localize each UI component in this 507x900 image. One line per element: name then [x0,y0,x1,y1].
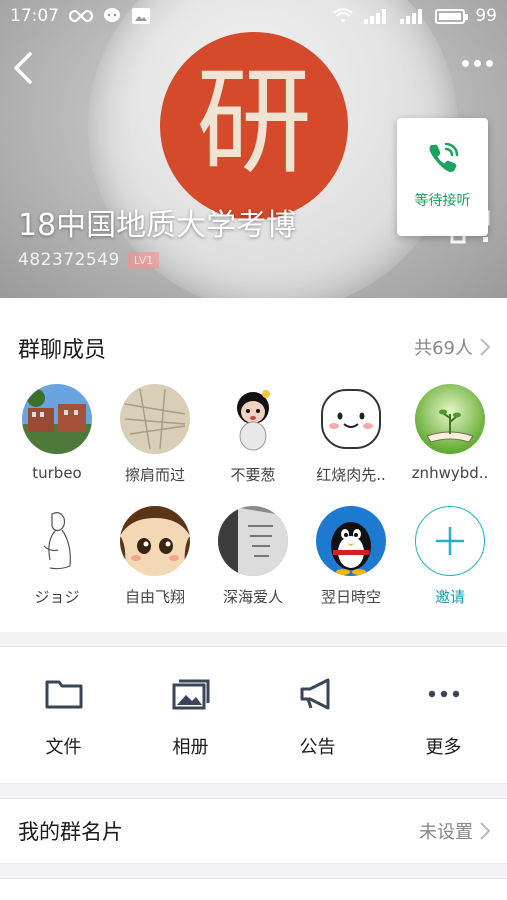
member-avatar [218,506,288,576]
member-item[interactable]: znhwybd.. [400,384,500,482]
group-id-row: 482372549 LV1 [18,250,160,270]
chevron-right-icon [480,822,491,840]
status-bar: 17:07 99 [0,0,507,32]
member-item[interactable]: ジョジ [7,506,107,607]
group-name: 18中国地质大学考博 [18,208,297,243]
invite-label: 邀请 [434,588,465,606]
status-time: 17:07 [10,6,59,26]
my-group-card-value: 未设置 [419,822,473,843]
member-item[interactable]: turbeo [7,384,107,482]
member-name: 不要葱 [230,466,276,484]
member-avatar [120,384,190,454]
add-icon [415,506,485,576]
member-name: 翌日時空 [320,588,381,606]
folder-icon [45,680,82,709]
group-logo-char: 研 [196,55,312,190]
member-name: turbeo [32,464,82,482]
member-avatar [22,506,92,576]
action-album-label: 相册 [172,737,209,758]
member-item[interactable]: 擦肩而过 [105,384,205,485]
back-arrow-icon[interactable] [10,50,40,86]
chevron-right-icon [480,338,491,356]
members-count: 共69人 [414,338,473,359]
member-avatar [218,384,288,454]
more-icon [428,690,459,698]
member-avatar [316,384,386,454]
action-more-label: 更多 [425,737,462,758]
infinity-icon [69,9,93,23]
member-item[interactable]: 深海爱人 [203,506,303,607]
action-files[interactable]: 文件 [0,677,127,759]
member-name: znhwybd.. [411,464,489,482]
level-badge: LV1 [127,251,160,269]
group-actions: 文件 相册 公告 更多 [0,646,507,784]
group-id: 482372549 [18,250,120,270]
signal-icon [364,9,387,24]
member-name: 红烧肉先.. [316,466,386,484]
member-avatar [22,384,92,454]
action-more[interactable]: 更多 [380,677,507,759]
megaphone-icon [300,678,329,710]
my-group-card-row[interactable]: 我的群名片 未设置 [0,798,507,864]
phone-call-icon [429,142,458,172]
action-album[interactable]: 相册 [127,677,254,759]
member-name: 自由飞翔 [124,588,185,606]
battery-icon [435,8,469,24]
more-options-icon[interactable] [462,60,493,67]
group-logo[interactable]: 研 [160,32,348,220]
call-waiting-card[interactable]: 等待接听 [397,118,488,236]
member-avatar [120,506,190,576]
photo-album-icon [172,679,209,710]
member-item[interactable]: 翌日時空 [301,506,401,607]
member-name: 深海爱人 [222,588,283,606]
member-item[interactable]: 自由飞翔 [105,506,205,607]
member-name: 擦肩而过 [124,466,185,484]
action-announcement[interactable]: 公告 [254,677,381,759]
invite-button[interactable]: 邀请 [400,506,500,607]
my-group-card-value-wrap: 未设置 [419,818,491,844]
wifi-icon [333,8,354,23]
chat-bubble-icon [104,8,120,22]
signal-4g-icon [400,9,423,24]
next-settings-row[interactable] [0,878,507,900]
my-group-card-label: 我的群名片 [18,820,123,844]
members-count-link[interactable]: 共69人 [414,334,491,360]
member-avatar [316,506,386,576]
members-section: 群聊成员 共69人 turbeo 擦肩而过 不要葱 红烧肉先.. znhwybd… [0,298,507,632]
battery-level: 99 [475,6,497,26]
call-status-label: 等待接听 [414,193,471,209]
member-item[interactable]: 不要葱 [203,384,303,485]
action-files-label: 文件 [45,737,82,758]
gallery-icon [132,8,150,24]
member-avatar [415,384,485,454]
member-name: ジョジ [34,588,80,606]
member-item[interactable]: 红烧肉先.. [301,384,401,485]
action-announcement-label: 公告 [299,737,336,758]
members-title: 群聊成员 [18,338,107,363]
